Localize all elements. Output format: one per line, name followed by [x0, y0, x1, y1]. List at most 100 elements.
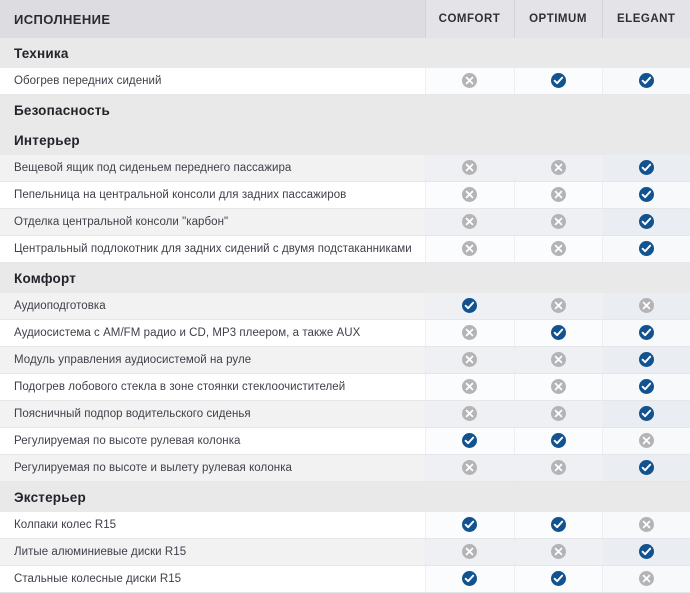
availability-cell: [424, 539, 514, 565]
check-circle-icon: [638, 214, 654, 230]
check-circle-icon: [462, 517, 477, 533]
check-circle-icon: [550, 433, 566, 449]
check-circle-icon: [638, 460, 654, 476]
cross-circle-icon: [550, 352, 566, 368]
availability-cell: [424, 209, 514, 235]
availability-cell: [424, 512, 514, 538]
availability-cell: [601, 374, 690, 400]
table-row: Аудиосистема с AM/FM радио и CD, MP3 пле…: [0, 320, 690, 346]
table-row: Литые алюминиевые диски R15: [0, 539, 690, 565]
table-row: Отделка центральной консоли "карбон": [0, 209, 690, 235]
table-header-row: ИСПОЛНЕНИЕ COMFORT OPTIMUM ELEGANT: [0, 0, 690, 38]
section-title: Экстерьер: [0, 482, 425, 512]
section-spacer-cell: [602, 263, 690, 293]
section-header-row: Комфорт: [0, 263, 690, 293]
table-row: Вещевой ящик под сиденьем переднего пасс…: [0, 155, 690, 181]
section-spacer-cell: [425, 263, 514, 293]
feature-name: Аудиоподготовка: [0, 293, 425, 319]
availability-cell: [513, 539, 602, 565]
availability-cell: [513, 68, 602, 94]
section-spacer-cell: [514, 482, 602, 512]
section-spacer-cell: [602, 482, 690, 512]
section-header-row: Интерьер: [0, 125, 690, 155]
cross-circle-icon: [462, 187, 477, 203]
cross-circle-icon: [550, 187, 566, 203]
section-spacer-cell: [602, 125, 690, 155]
availability-cell: [601, 401, 690, 427]
availability-cell: [513, 401, 602, 427]
cross-circle-icon: [462, 379, 477, 395]
availability-cell: [513, 455, 602, 481]
section-title: Комфорт: [0, 263, 425, 293]
availability-cell: [424, 455, 514, 481]
check-circle-icon: [550, 325, 566, 341]
column-header-comfort[interactable]: COMFORT: [424, 0, 514, 38]
availability-cell: [601, 182, 690, 208]
feature-name: Обогрев передних сидений: [0, 68, 425, 94]
availability-cell: [601, 209, 690, 235]
check-circle-icon: [550, 73, 566, 89]
table-row: Центральный подлокотник для задних сиден…: [0, 236, 690, 262]
table-row: Регулируемая по высоте рулевая колонка: [0, 428, 690, 454]
table-row: Подогрев лобового стекла в зоне стоянки …: [0, 374, 690, 400]
check-circle-icon: [638, 160, 654, 176]
availability-cell: [424, 293, 514, 319]
feature-name: Пепельница на центральной консоли для за…: [0, 182, 425, 208]
check-circle-icon: [638, 241, 654, 257]
table-row: Обогрев передних сидений: [0, 68, 690, 94]
check-circle-icon: [638, 325, 654, 341]
table-row: Пепельница на центральной консоли для за…: [0, 182, 690, 208]
check-circle-icon: [638, 187, 654, 203]
section-title: Интерьер: [0, 125, 425, 155]
availability-cell: [424, 68, 514, 94]
availability-cell: [424, 155, 514, 181]
feature-name: Вещевой ящик под сиденьем переднего пасс…: [0, 155, 425, 181]
section-header-row: Техника: [0, 38, 690, 68]
page-title: ИСПОЛНЕНИЕ: [14, 11, 111, 27]
table-row: Колпаки колес R15: [0, 512, 690, 538]
cross-circle-icon: [550, 406, 566, 422]
section-spacer-cell: [514, 263, 602, 293]
cross-circle-icon: [462, 352, 477, 368]
feature-name: Поясничный подпор водительского сиденья: [0, 401, 425, 427]
cross-circle-icon: [550, 544, 566, 560]
feature-name: Аудиосистема с AM/FM радио и CD, MP3 пле…: [0, 320, 425, 346]
column-header-optimum[interactable]: OPTIMUM: [513, 0, 602, 38]
availability-cell: [513, 320, 602, 346]
availability-cell: [513, 155, 602, 181]
table-header: ИСПОЛНЕНИЕ COMFORT OPTIMUM ELEGANT: [0, 0, 690, 38]
cross-circle-icon: [550, 160, 566, 176]
feature-name: Модуль управления аудиосистемой на руле: [0, 347, 425, 373]
cross-circle-icon: [462, 460, 477, 476]
section-spacer-cell: [514, 125, 602, 155]
availability-cell: [601, 539, 690, 565]
section-spacer-cell: [602, 95, 690, 125]
availability-cell: [513, 293, 602, 319]
feature-name: Колпаки колес R15: [0, 512, 425, 538]
availability-cell: [601, 512, 690, 538]
table-row: Регулируемая по высоте и вылету рулевая …: [0, 455, 690, 481]
feature-name: Центральный подлокотник для задних сиден…: [0, 236, 425, 262]
cross-circle-icon: [638, 571, 654, 587]
section-spacer-cell: [514, 95, 602, 125]
table-body: Техника Обогрев передних сидений Безопасно…: [0, 38, 690, 593]
check-circle-icon: [550, 517, 566, 533]
check-circle-icon: [638, 406, 654, 422]
cross-circle-icon: [638, 298, 654, 314]
check-circle-icon: [462, 433, 477, 449]
section-spacer-cell: [602, 38, 690, 68]
cross-circle-icon: [550, 214, 566, 230]
availability-cell: [601, 236, 690, 262]
availability-cell: [424, 374, 514, 400]
availability-cell: [601, 455, 690, 481]
check-circle-icon: [638, 544, 654, 560]
column-header-elegant[interactable]: ELEGANT: [601, 0, 690, 38]
check-circle-icon: [638, 379, 654, 395]
availability-cell: [601, 155, 690, 181]
cross-circle-icon: [638, 517, 654, 533]
table-row: Модуль управления аудиосистемой на руле: [0, 347, 690, 373]
cross-circle-icon: [462, 406, 477, 422]
availability-cell: [513, 182, 602, 208]
section-header-row: Безопасность: [0, 95, 690, 125]
section-spacer-cell: [425, 125, 514, 155]
